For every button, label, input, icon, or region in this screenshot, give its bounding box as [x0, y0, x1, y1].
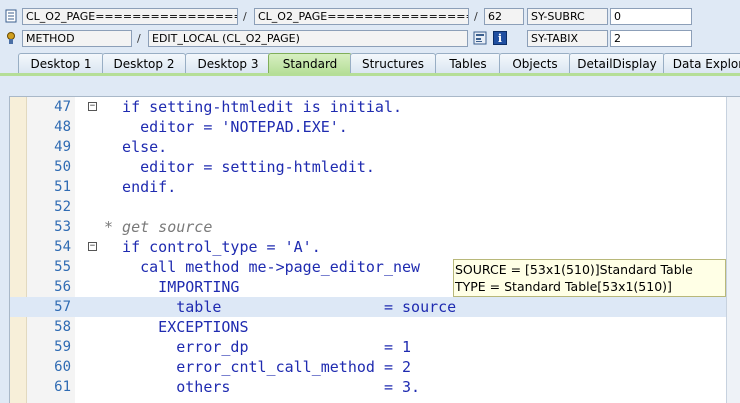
code-line[interactable]: 47 − if setting-htmledit is initial. — [10, 97, 726, 117]
toolbar-row-1: CL_O2_PAGE==================== / CL_O2_P… — [0, 7, 740, 27]
code-text: EXCEPTIONS — [104, 318, 249, 336]
code-line[interactable]: 53 * get source — [10, 217, 726, 237]
line-number: 51 — [54, 179, 71, 195]
tab-tables[interactable]: Tables — [435, 53, 501, 74]
code-line[interactable]: 60 error_cntl_call_method = 2 — [10, 357, 726, 377]
tab-desktop-3[interactable]: Desktop 3 — [185, 53, 271, 74]
code-line[interactable]: 58 EXCEPTIONS — [10, 317, 726, 337]
line-number: 49 — [54, 139, 71, 155]
include-field[interactable]: CL_O2_PAGE==================== — [254, 8, 469, 25]
separator: / — [243, 10, 247, 23]
code-line[interactable]: 51 endif. — [10, 177, 726, 197]
line-number: 53 — [54, 219, 71, 235]
code-line[interactable]: 54 − if control_type = 'A'. — [10, 237, 726, 257]
code-text: if setting-htmledit is initial. — [104, 98, 403, 116]
source-editor[interactable]: 47 − if setting-htmledit is initial. 48 … — [9, 96, 740, 403]
code-text: IMPORTING — [104, 278, 240, 296]
code-line[interactable]: 59 error_dp = 1 — [10, 337, 726, 357]
tab-data-explorer[interactable]: Data Explor — [663, 53, 740, 74]
code-text: error_dp = 1 — [104, 338, 412, 356]
method-icon[interactable] — [4, 30, 18, 44]
line-number: 60 — [54, 359, 71, 375]
tab-standard[interactable]: Standard — [268, 53, 352, 74]
tab-structures[interactable]: Structures — [350, 53, 436, 74]
code-text: endif. — [104, 178, 177, 196]
sy-tabix-value[interactable]: 2 — [610, 30, 692, 47]
document-icon[interactable] — [4, 8, 18, 23]
line-number: 55 — [54, 259, 71, 275]
line-number: 47 — [54, 99, 71, 115]
svg-text:i: i — [498, 32, 502, 45]
line-number: 50 — [54, 159, 71, 175]
program-field[interactable]: CL_O2_PAGE==================== — [22, 8, 238, 25]
line-number: 48 — [54, 119, 71, 135]
object-type-field[interactable]: METHOD — [22, 30, 132, 47]
panel-header — [0, 76, 740, 96]
desktop-tabs: Desktop 1 Desktop 2 Desktop 3 Standard S… — [0, 53, 740, 74]
code-line[interactable]: 61 others = 3. — [10, 377, 726, 397]
line-number: 52 — [54, 199, 71, 215]
sy-subrc-label: SY-SUBRC — [527, 8, 608, 25]
tab-desktop-1[interactable]: Desktop 1 — [18, 53, 104, 74]
line-number: 58 — [54, 319, 71, 335]
tooltip-line-2: TYPE = Standard Table[53x1(510)] — [455, 279, 672, 294]
code-text: editor = setting-htmledit. — [104, 158, 375, 176]
code-text: others = 3. — [104, 378, 421, 396]
info-icon[interactable]: i — [493, 30, 507, 45]
line-number: 61 — [54, 379, 71, 395]
vertical-scrollbar[interactable] — [726, 97, 740, 403]
code-text: error_cntl_call_method = 2 — [104, 358, 412, 376]
code-text: if control_type = 'A'. — [104, 238, 321, 256]
tab-desktop-2[interactable]: Desktop 2 — [102, 53, 186, 74]
tab-objects[interactable]: Objects — [499, 53, 571, 74]
separator: / — [137, 32, 141, 45]
code-comment: * get source — [104, 218, 213, 236]
sy-tabix-label: SY-TABIX — [527, 30, 608, 47]
code-line-highlighted[interactable]: 57 table = source — [10, 297, 726, 317]
code-text: call method me->page_editor_new — [104, 258, 421, 276]
separator: / — [474, 10, 478, 23]
line-number-field[interactable]: 62 — [484, 8, 524, 25]
tooltip-line-1: SOURCE = [53x1(510)]Standard Table — [455, 262, 693, 277]
code-line[interactable]: 50 editor = setting-htmledit. — [10, 157, 726, 177]
sy-subrc-value[interactable]: 0 — [610, 8, 692, 25]
tab-detaildisplay[interactable]: DetailDisplay — [569, 53, 665, 74]
variable-tooltip: SOURCE = [53x1(510)]Standard Table TYPE … — [453, 259, 726, 297]
code-line[interactable]: 48 editor = 'NOTEPAD.EXE'. — [10, 117, 726, 137]
line-number: 57 — [54, 299, 71, 315]
toolbar-row-2: METHOD / EDIT_LOCAL (CL_O2_PAGE) i SY-TA… — [0, 29, 740, 49]
code-line[interactable]: 49 else. — [10, 137, 726, 157]
code-line[interactable]: 52 — [10, 197, 726, 217]
collapse-icon[interactable]: − — [88, 242, 97, 251]
line-number: 56 — [54, 279, 71, 295]
code-text: else. — [104, 138, 168, 156]
collapse-icon[interactable]: − — [88, 102, 97, 111]
code-text: editor = 'NOTEPAD.EXE'. — [104, 118, 348, 136]
navigate-icon[interactable] — [473, 30, 487, 45]
line-number: 54 — [54, 239, 71, 255]
code-text: table = source — [104, 298, 457, 316]
line-number: 59 — [54, 339, 71, 355]
method-name-field[interactable]: EDIT_LOCAL (CL_O2_PAGE) — [148, 30, 468, 47]
